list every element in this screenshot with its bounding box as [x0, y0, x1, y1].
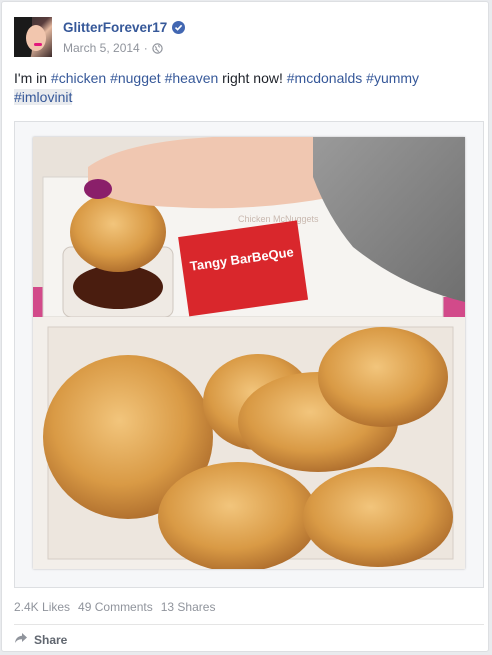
hashtag-mcdonalds[interactable]: #mcdonalds [287, 70, 363, 86]
post-meta: March 5, 2014 · [63, 41, 163, 55]
hashtag-chicken[interactable]: #chicken [51, 70, 106, 86]
post-text-middle: right now! [218, 70, 287, 86]
avatar[interactable] [14, 17, 52, 57]
shares-count[interactable]: 13 Shares [161, 600, 216, 614]
author-row: GlitterForever17 [63, 20, 186, 35]
verified-badge-icon [172, 21, 186, 34]
hashtag-nugget[interactable]: #nugget [110, 70, 161, 86]
share-label: Share [34, 632, 68, 647]
meta-separator: · [143, 41, 148, 55]
likes-count[interactable]: 2.4K Likes [14, 600, 70, 614]
photo-frame: Chicken McNuggets Tangy BarBeQue [14, 121, 484, 588]
post-text: I'm in #chicken #nugget #heaven right no… [14, 69, 474, 107]
share-button[interactable]: Share [14, 632, 67, 647]
comments-count[interactable]: 49 Comments [78, 600, 153, 614]
hashtag-yummy[interactable]: #yummy [366, 70, 419, 86]
engagement-stats: 2.4K Likes 49 Comments 13 Shares [14, 600, 215, 614]
divider [14, 624, 484, 625]
post-header: GlitterForever17 March 5, 2014 · [14, 17, 474, 61]
share-icon [14, 632, 34, 647]
hashtag-imlovinit[interactable]: #imlovinit [14, 89, 73, 105]
post-text-prefix: I'm in [14, 70, 51, 86]
post-date[interactable]: March 5, 2014 [63, 41, 140, 55]
hashtag-heaven[interactable]: #heaven [165, 70, 219, 86]
post-card: GlitterForever17 March 5, 2014 · I'm in … [1, 1, 489, 652]
author-name[interactable]: GlitterForever17 [63, 20, 167, 35]
sauce-cup-text: Chicken McNuggets [238, 214, 319, 224]
post-photo[interactable]: Chicken McNuggets Tangy BarBeQue [33, 137, 465, 569]
globe-icon[interactable] [152, 42, 163, 54]
